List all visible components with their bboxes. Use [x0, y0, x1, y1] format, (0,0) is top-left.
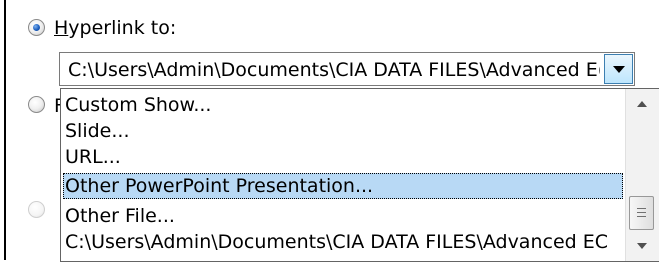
thumb-grip	[637, 208, 646, 209]
dropdown-chevron-icon	[612, 65, 625, 73]
radio-selected-icon	[33, 24, 40, 31]
hyperlink-radio[interactable]	[28, 19, 45, 36]
scrollbar-thumb[interactable]	[629, 196, 654, 230]
hyperlink-target-combo[interactable]: C:\Users\Admin\Documents\CIA DATA FILES\…	[59, 52, 635, 86]
thumb-grip	[637, 216, 646, 217]
list-item-other-file[interactable]: Other File...	[63, 203, 623, 229]
scroll-down-icon[interactable]	[637, 243, 647, 249]
dropdown-scrollbar[interactable]	[625, 89, 659, 261]
list-item-other-powerpoint-presentation[interactable]: Other PowerPoint Presentation...	[63, 173, 623, 199]
secondary-radio[interactable]	[28, 96, 45, 113]
combo-dropdown-button[interactable]	[604, 54, 633, 84]
thumb-grip	[637, 212, 646, 213]
list-item-custom-show[interactable]: Custom Show...	[63, 92, 623, 118]
list-item-slide[interactable]: Slide...	[63, 118, 623, 144]
list-item-url[interactable]: URL...	[63, 144, 623, 170]
scroll-up-icon[interactable]	[637, 101, 647, 107]
dialog-border	[4, 0, 6, 260]
list-item-recent-path[interactable]: C:\Users\Admin\Documents\CIA DATA FILES\…	[63, 229, 623, 255]
hyperlink-dropdown-list[interactable]: Custom Show... Slide... URL... Other Pow…	[60, 88, 659, 262]
hyperlink-label[interactable]: Hyperlink to:	[54, 14, 176, 42]
disabled-radio	[28, 201, 45, 218]
combo-value: C:\Users\Admin\Documents\CIA DATA FILES\…	[68, 59, 600, 81]
